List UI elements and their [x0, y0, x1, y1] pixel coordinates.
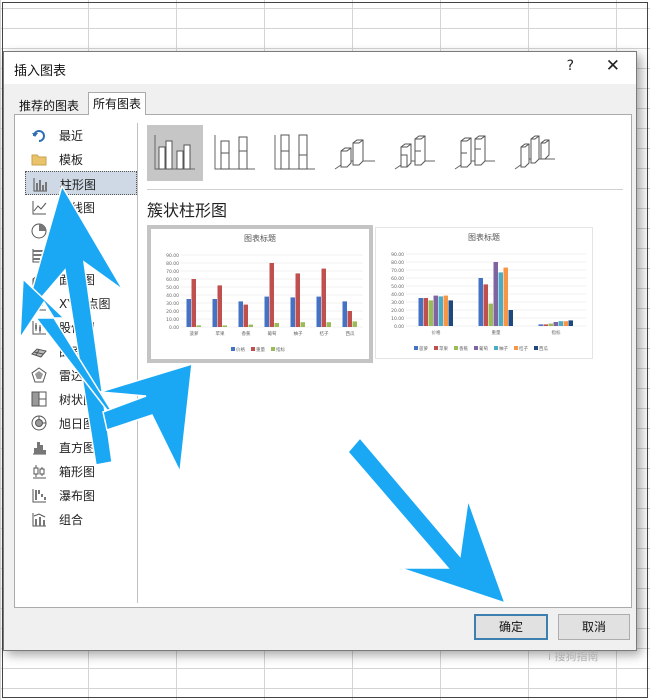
watermark-text: i 搜狗指南 — [548, 650, 599, 663]
arrow-to-preview-chart — [99, 362, 193, 475]
tab-all-charts[interactable]: 所有图表 — [88, 92, 147, 115]
arrow-to-ok-button — [347, 436, 507, 605]
